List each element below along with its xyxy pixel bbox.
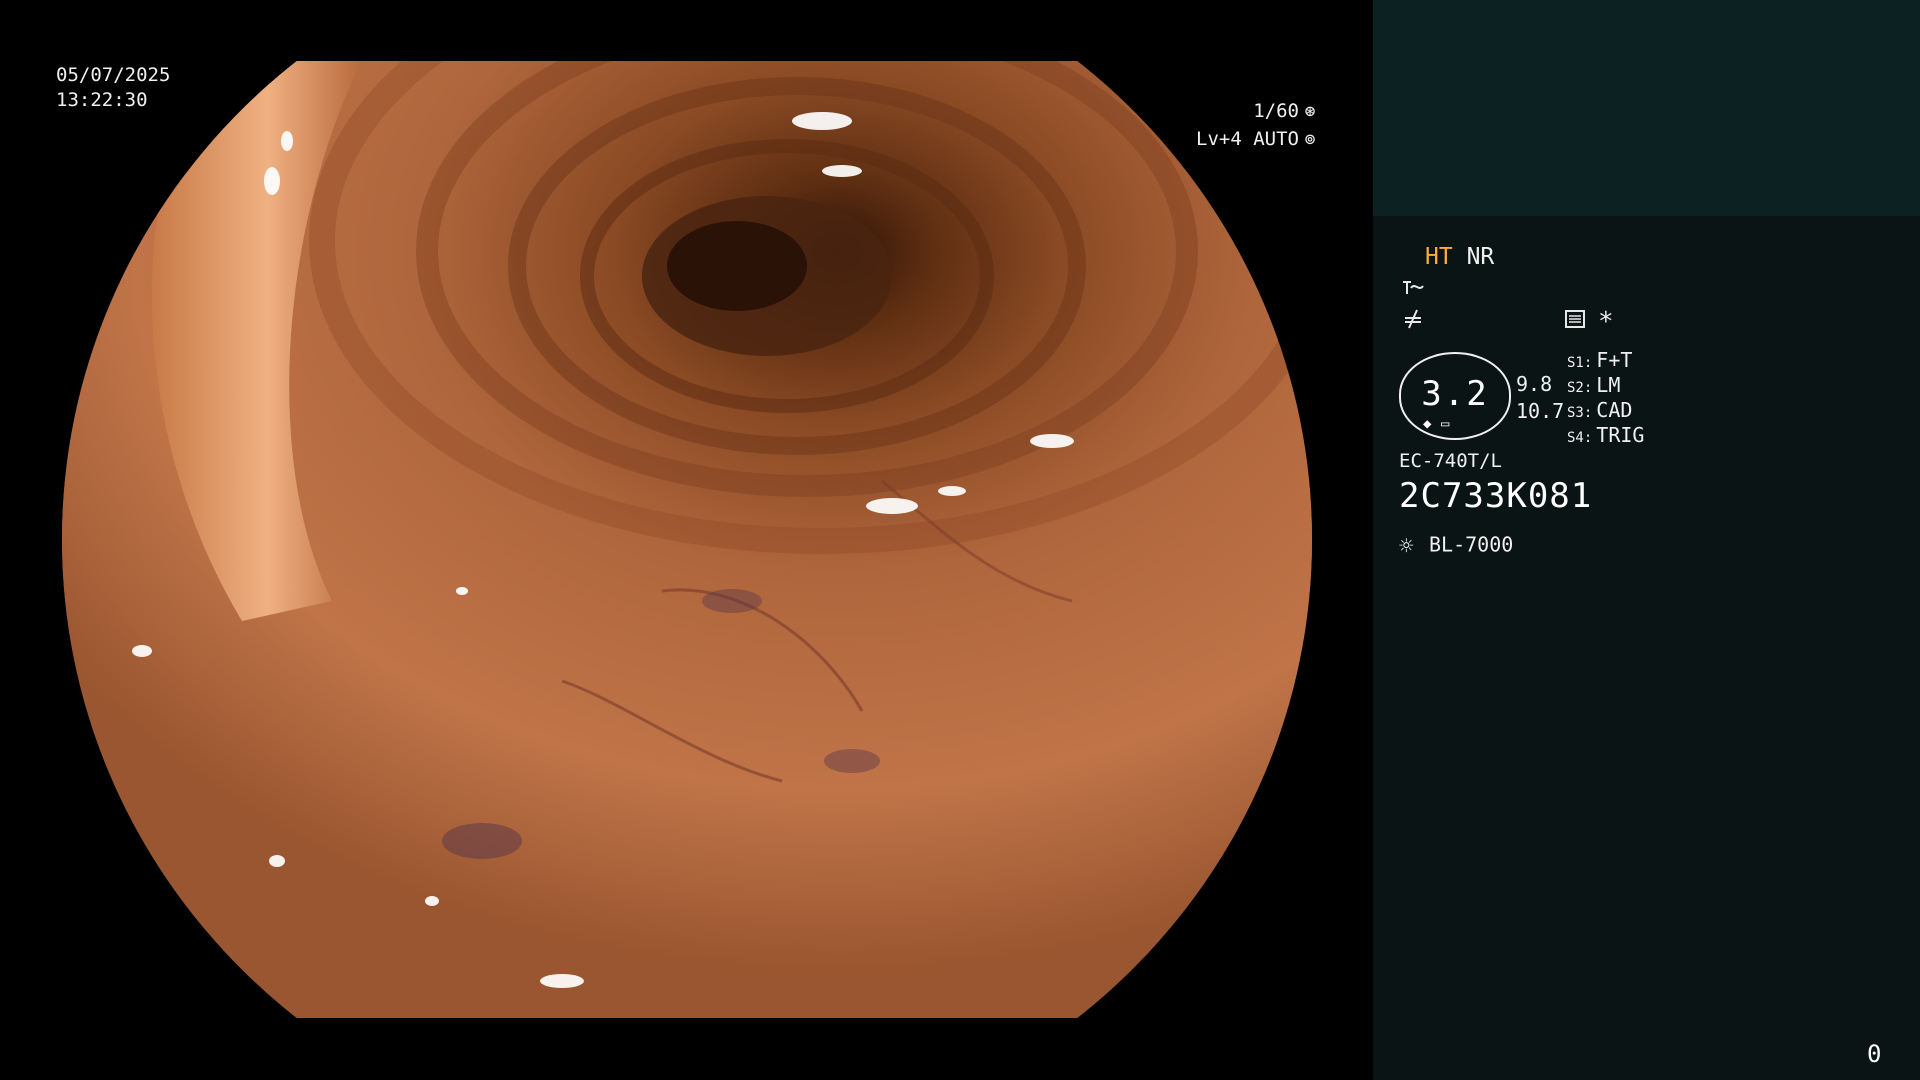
record-icon xyxy=(1564,309,1586,334)
endoscope-video-area: 05/07/2025 13:22:30 1/60 ⊛ Lv+4 AUTO ⊚ xyxy=(0,0,1373,1080)
osd-date: 05/07/2025 xyxy=(56,64,171,86)
side-panel-header-block xyxy=(1373,0,1920,216)
osd-shutter-value: 1/60 xyxy=(1253,100,1299,122)
readout-upper: 9.8 xyxy=(1516,372,1553,396)
endoscopic-view xyxy=(62,0,1312,1018)
mode-ht-label: HT xyxy=(1425,244,1453,270)
asterisk-icon: * xyxy=(1598,307,1614,337)
light-source-row: ☼ BL-7000 xyxy=(1399,532,1513,560)
osd-datetime: 05/07/2025 13:22:30 xyxy=(56,63,170,113)
switch-s3-key: S3: xyxy=(1567,405,1593,421)
scope-model: EC-740T/L xyxy=(1399,450,1502,472)
image-mode-row: HT NR xyxy=(1425,244,1494,270)
sun-light-icon: ☼ xyxy=(1399,532,1414,560)
switch-s3: S3: CAD xyxy=(1567,398,1632,422)
switch-s1: S1: F+T xyxy=(1567,348,1632,372)
switch-s1-key: S1: xyxy=(1567,355,1593,371)
osd-time: 13:22:30 xyxy=(56,89,148,111)
corner-counter: 0 xyxy=(1867,1040,1882,1068)
scope-serial-number: 2C733K081 xyxy=(1399,476,1593,516)
enhancement-curve-icon xyxy=(1401,278,1425,303)
zoom-marker-empty-icon: ▭ xyxy=(1441,416,1450,432)
switch-s1-value: F+T xyxy=(1596,348,1633,372)
switch-s4: S4: TRIG xyxy=(1567,423,1644,447)
light-source-label: BL-7000 xyxy=(1429,532,1514,557)
osd-iris-row: Lv+4 AUTO ⊚ xyxy=(1196,127,1319,152)
auto-iris-icon: ⊚ xyxy=(1304,129,1316,150)
switch-s2-value: LM xyxy=(1596,373,1621,397)
switch-s4-key: S4: xyxy=(1567,430,1593,446)
shutter-aperture-icon: ⊛ xyxy=(1304,101,1316,122)
switch-s3-value: CAD xyxy=(1596,398,1633,422)
switch-s2: S2: LM xyxy=(1567,373,1620,397)
osd-iris-value: Lv+4 AUTO xyxy=(1196,128,1299,150)
switch-s4-value: TRIG xyxy=(1596,423,1645,447)
switch-s2-key: S2: xyxy=(1567,380,1593,396)
structure-enhancement-icon xyxy=(1401,308,1425,335)
osd-shutter-row: 1/60 ⊛ xyxy=(1253,99,1319,124)
readout-lower: 10.7 xyxy=(1516,399,1565,423)
mode-nr-label: NR xyxy=(1466,244,1495,270)
zoom-indicator: 3.2 ◆ ▭ xyxy=(1399,352,1511,440)
zoom-value: 3.2 xyxy=(1421,374,1489,414)
zoom-marker-filled-icon: ◆ xyxy=(1423,416,1432,432)
